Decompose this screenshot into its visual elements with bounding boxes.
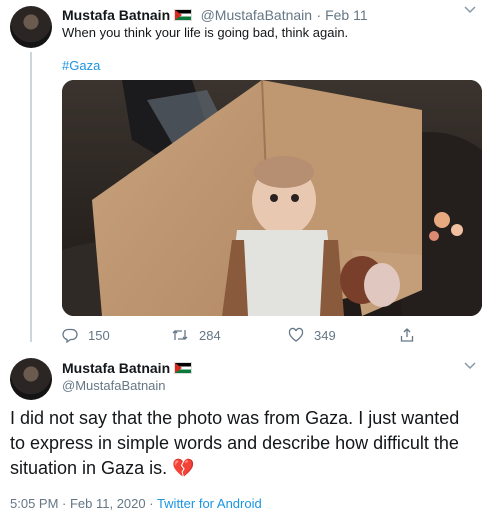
avatar[interactable] [10, 6, 52, 48]
reply-count: 150 [88, 327, 110, 343]
thread-line [30, 52, 32, 342]
author-name[interactable]: Mustafa Batnain [62, 360, 170, 376]
share-button[interactable] [399, 327, 415, 343]
tweet-actions: 150 284 349 [62, 327, 442, 343]
palestine-flag-icon [174, 9, 193, 21]
like-count: 349 [314, 327, 336, 343]
tweet-body: I did not say that the photo was from Ga… [10, 408, 460, 478]
timestamp[interactable]: 5:05 PM · Feb 11, 2020 · [10, 496, 157, 511]
tweet-text: When you think your life is going bad, t… [62, 25, 349, 40]
like-icon [288, 327, 304, 343]
author-name[interactable]: Mustafa Batnain [62, 7, 170, 23]
hashtag-link[interactable]: #Gaza [62, 58, 100, 73]
retweet-button[interactable]: 284 [171, 327, 221, 343]
chevron-down-icon[interactable] [464, 6, 476, 14]
reply-icon [62, 327, 78, 343]
retweet-icon [171, 327, 189, 343]
reply-button[interactable]: 150 [62, 327, 110, 343]
tweet-date[interactable]: · Feb 11 [317, 7, 368, 23]
tweet-photo[interactable] [62, 80, 482, 316]
tweet-text: I did not say that the photo was from Ga… [10, 406, 478, 481]
share-icon [399, 327, 415, 343]
like-button[interactable]: 349 [288, 327, 336, 343]
author-handle[interactable]: @MustafaBatnain [62, 378, 166, 393]
retweet-count: 284 [199, 327, 221, 343]
broken-heart-icon: 💔 [172, 458, 195, 478]
author-handle[interactable]: @MustafaBatnain [201, 7, 313, 23]
source-link[interactable]: Twitter for Android [157, 496, 262, 511]
avatar[interactable] [10, 358, 52, 400]
chevron-down-icon[interactable] [464, 362, 476, 370]
palestine-flag-icon [174, 362, 193, 374]
